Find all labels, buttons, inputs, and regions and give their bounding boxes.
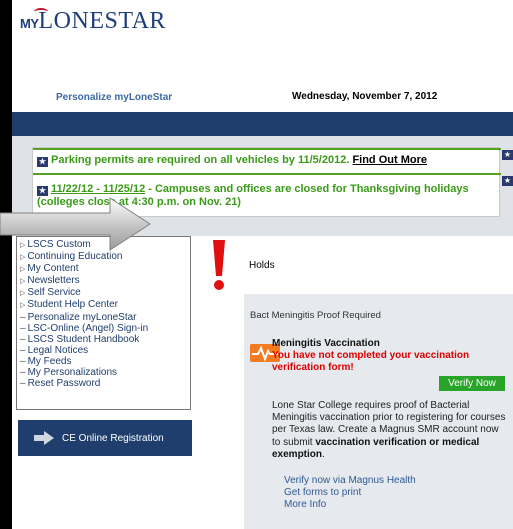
ce-online-registration-button[interactable]: CE Online Registration [18,420,192,456]
menu-item-label: Legal Notices [27,344,89,356]
left-menu: ▷ LSCS Custom ▷ Continuing Education ▷ My Con… [16,236,191,410]
menu-item[interactable]: ▷ Self Service [20,287,187,299]
menu-item-label: My Personalizations [27,367,118,379]
expand-triangle-icon: ▷ [20,290,26,298]
hold-item-title: Bact Meningitis Proof Required [250,310,381,321]
vaccination-warning: You have not completed your vaccination … [272,350,470,373]
side-announcement-icons: ★ ★ [502,150,513,202]
menu-item[interactable]: – Reset Password [20,378,187,389]
get-forms-link[interactable]: Get forms to print [284,487,416,499]
dash-bullet-icon: – [20,344,26,356]
more-info-link[interactable]: More Info [284,499,416,511]
menu-item-label: My Content [27,263,79,275]
expand-triangle-icon: ▷ [20,278,26,286]
menu-item[interactable]: – Personalize myLoneStar [20,312,187,323]
menu-item[interactable]: ▷ My Content [20,263,187,275]
logo-prefix: MY [20,16,39,31]
mylonestar-logo[interactable]: MY LONESTAR [20,8,166,38]
holiday-dates-link[interactable]: 11/22/12 - 11/25/12 [51,183,145,195]
nav-bar [12,112,513,136]
vaccination-title: Meningitis Vaccination [272,338,380,349]
menu-item[interactable]: – My Personalizations [20,367,187,378]
menu-item[interactable]: ▷ Student Help Center [20,299,187,311]
announcement-icon: ★ [37,186,48,196]
menu-item-label: LSC-Online (Angel) Sign-in [27,322,149,334]
vaccination-description: Lone Star College requires proof of Bact… [272,400,508,461]
menu-item[interactable]: – LSC-Online (Angel) Sign-in [20,323,187,334]
menu-item-label: My Feeds [27,355,72,367]
announcement-parking-text: Parking permits are required on all vehi… [51,154,350,166]
menu-item-label: Personalize myLoneStar [27,311,137,323]
announce-divider [33,148,501,150]
menu-item-label: Reset Password [27,378,101,390]
dash-bullet-icon: – [20,367,26,379]
dash-bullet-icon: – [20,378,26,390]
menu-item[interactable]: – Legal Notices [20,345,187,356]
announce-divider [33,173,501,175]
ce-button-label: CE Online Registration [62,432,164,444]
dash-bullet-icon: – [20,311,26,323]
expand-triangle-icon: ▷ [20,266,26,274]
menu-item[interactable]: – My Feeds [20,356,187,367]
announcement-icon: ★ [502,150,513,160]
menu-item-label: Student Help Center [27,299,119,311]
pointer-arrow-icon [0,197,151,251]
dash-bullet-icon: – [20,355,26,367]
find-out-more-link[interactable]: Find Out More [352,154,427,166]
holds-links: Verify now via Magnus Health Get forms t… [284,475,416,512]
desc-end: . [322,448,325,460]
menu-item-label: Newsletters [27,275,80,287]
announcement-parking: ★ Parking permits are required on all veh… [37,154,427,167]
logo-name: LONESTAR [38,8,166,34]
menu-item-label: LSCS Student Handbook [27,333,140,345]
arrow-right-icon [34,431,54,445]
expand-triangle-icon: ▷ [20,254,26,262]
announcement-icon: ★ [502,176,513,186]
logo-swoosh-icon [34,8,48,16]
holds-panel: Bact Meningitis Proof Required Meningiti… [244,294,513,529]
dash-bullet-icon: – [20,333,26,345]
dash-bullet-icon: – [20,322,26,334]
menu-item-label: Self Service [27,287,81,299]
holds-title: Holds [249,260,275,271]
announcement-icon: ★ [37,157,48,167]
menu-item[interactable]: ▷ Newsletters [20,275,187,287]
expand-triangle-icon: ▷ [20,302,26,310]
verify-now-button[interactable]: Verify Now [439,376,505,391]
menu-item[interactable]: – LSCS Student Handbook [20,334,187,345]
portal-page: MY LONESTAR Personalize myLoneStar Wedne… [12,0,513,529]
personalize-link[interactable]: Personalize myLoneStar [56,92,172,103]
current-date: Wednesday, November 7, 2012 [292,91,438,102]
verify-magnus-link[interactable]: Verify now via Magnus Health [284,475,416,487]
